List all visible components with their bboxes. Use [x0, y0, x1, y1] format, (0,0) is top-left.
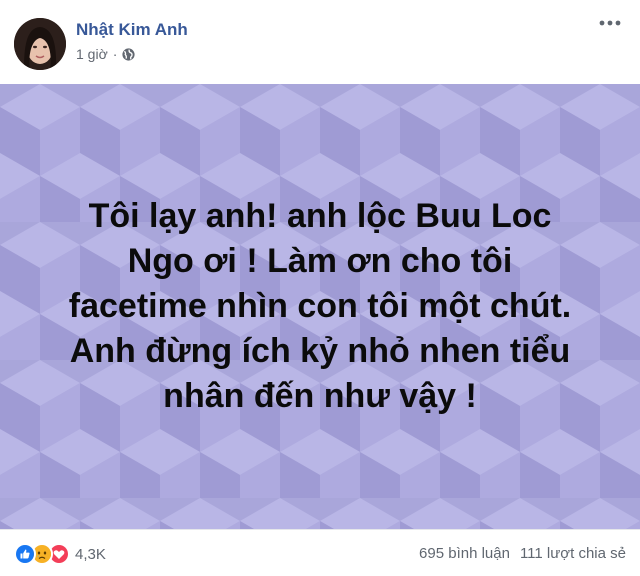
post-text-line: Ngo ơi ! Làm ơn cho tôi: [127, 242, 513, 280]
meta-separator: ·: [112, 46, 118, 62]
reaction-count: 4,3K: [75, 545, 106, 563]
post-text-line: Tôi lạy anh! anh lộc Buu Loc: [88, 197, 552, 235]
comments-count-link[interactable]: 695 bình luận: [419, 545, 510, 562]
post-background-card: Tôi lạy anh! anh lộc Buu Loc Ngo ơi ! Là…: [0, 84, 640, 529]
author-avatar[interactable]: [14, 18, 66, 70]
avatar-image: [14, 18, 66, 70]
more-options-icon[interactable]: [598, 16, 622, 30]
post-text-line: nhân đến như vậy !: [163, 377, 477, 415]
post-header: Nhật Kim Anh 1 giờ ·: [0, 0, 640, 84]
post-meta: 1 giờ ·: [76, 46, 136, 62]
shares-count-link[interactable]: 111 lượt chia sẻ: [520, 545, 626, 562]
author-name[interactable]: Nhật Kim Anh: [76, 20, 188, 40]
post-time[interactable]: 1 giờ: [76, 46, 108, 62]
engagement-counts: 695 bình luận 111 lượt chia sẻ: [419, 545, 626, 562]
post-text-line: facetime nhìn con tôi một chút.: [68, 287, 572, 325]
facebook-post: Nhật Kim Anh 1 giờ · Tôi lạy anh! anh lộ…: [0, 0, 640, 576]
post-footer: 4,3K 695 bình luận 111 lượt chia sẻ: [0, 529, 640, 576]
reactions-summary[interactable]: 4,3K: [14, 543, 106, 565]
globe-icon[interactable]: [122, 47, 136, 61]
like-icon: [14, 543, 36, 565]
post-text: Tôi lạy anh! anh lộc Buu Loc Ngo ơi ! Là…: [20, 194, 620, 419]
post-text-line: Anh đừng ích kỷ nhỏ nhen tiểu: [69, 332, 571, 370]
